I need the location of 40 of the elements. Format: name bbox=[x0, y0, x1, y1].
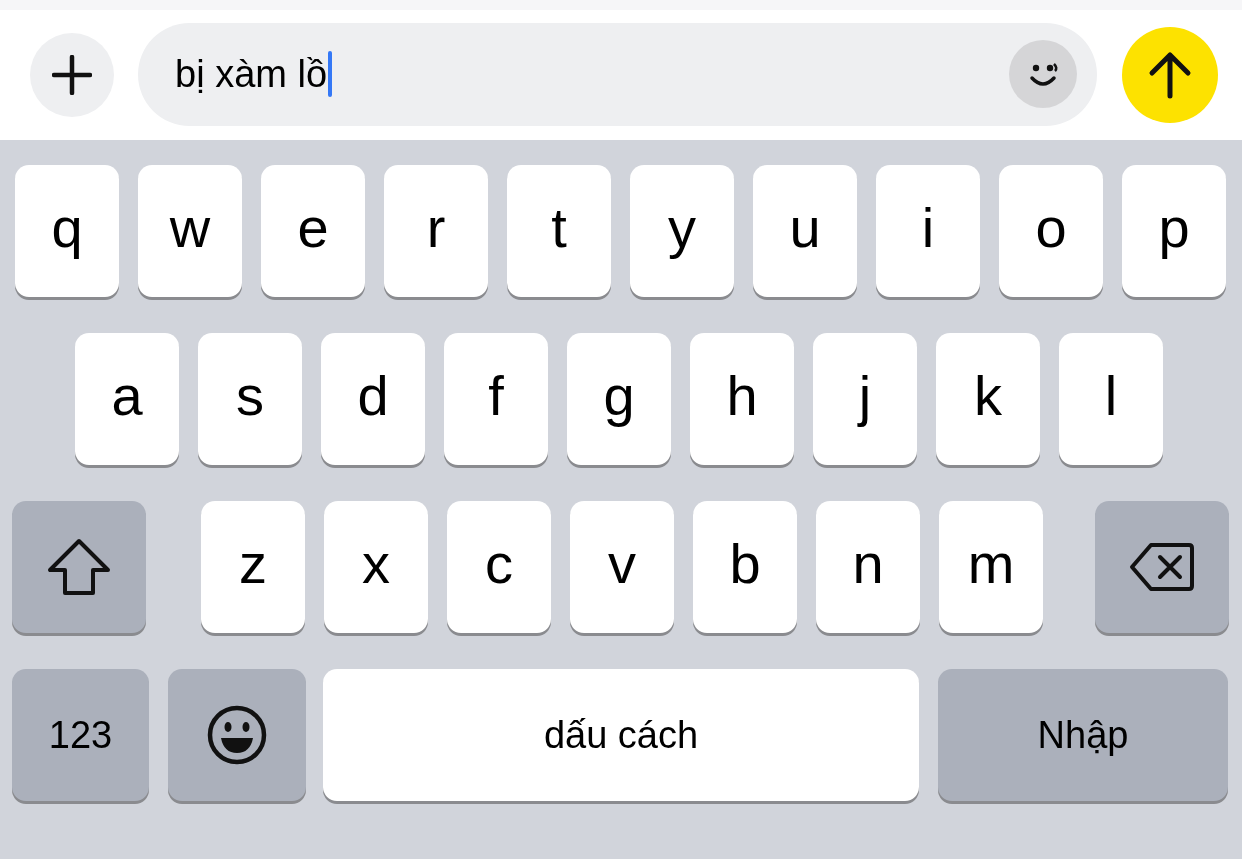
letter-key[interactable]: c bbox=[447, 501, 551, 633]
letter-key[interactable]: q bbox=[15, 165, 119, 297]
delete-key[interactable] bbox=[1095, 501, 1229, 633]
letter-key[interactable]: o bbox=[999, 165, 1103, 297]
smiley-icon bbox=[206, 704, 268, 766]
shift-key[interactable] bbox=[12, 501, 146, 633]
letter-key[interactable]: e bbox=[261, 165, 365, 297]
letter-key[interactable]: y bbox=[630, 165, 734, 297]
letter-key[interactable]: t bbox=[507, 165, 611, 297]
letter-key[interactable]: s bbox=[198, 333, 302, 465]
backspace-icon bbox=[1129, 542, 1195, 592]
letter-key[interactable]: v bbox=[570, 501, 674, 633]
letter-key[interactable]: m bbox=[939, 501, 1043, 633]
letter-key[interactable]: u bbox=[753, 165, 857, 297]
space-key[interactable]: dấu cách bbox=[323, 669, 919, 801]
letter-key[interactable]: r bbox=[384, 165, 488, 297]
letter-key[interactable]: x bbox=[324, 501, 428, 633]
letter-key[interactable]: h bbox=[690, 333, 794, 465]
letter-key[interactable]: g bbox=[567, 333, 671, 465]
letter-key[interactable]: d bbox=[321, 333, 425, 465]
up-arrow-icon bbox=[1148, 51, 1192, 99]
emoji-key[interactable] bbox=[168, 669, 306, 801]
letter-key[interactable]: i bbox=[876, 165, 980, 297]
letter-key[interactable]: w bbox=[138, 165, 242, 297]
letter-key[interactable]: b bbox=[693, 501, 797, 633]
shift-arrow-icon bbox=[46, 537, 112, 597]
letter-key[interactable]: l bbox=[1059, 333, 1163, 465]
numbers-key[interactable]: 123 bbox=[12, 669, 149, 801]
message-field[interactable]: bị xàm lồ bbox=[138, 22, 1097, 126]
letter-key[interactable]: j bbox=[813, 333, 917, 465]
letter-key[interactable]: k bbox=[936, 333, 1040, 465]
text-cursor bbox=[328, 51, 333, 97]
letter-key[interactable]: p bbox=[1122, 165, 1226, 297]
message-text: bị xàm lồ bbox=[175, 52, 328, 96]
letter-key[interactable]: f bbox=[444, 333, 548, 465]
return-key[interactable]: Nhập bbox=[938, 669, 1228, 801]
letter-key[interactable]: n bbox=[816, 501, 920, 633]
plus-icon bbox=[52, 55, 92, 95]
letter-key[interactable]: z bbox=[201, 501, 305, 633]
letter-key[interactable]: a bbox=[75, 333, 179, 465]
